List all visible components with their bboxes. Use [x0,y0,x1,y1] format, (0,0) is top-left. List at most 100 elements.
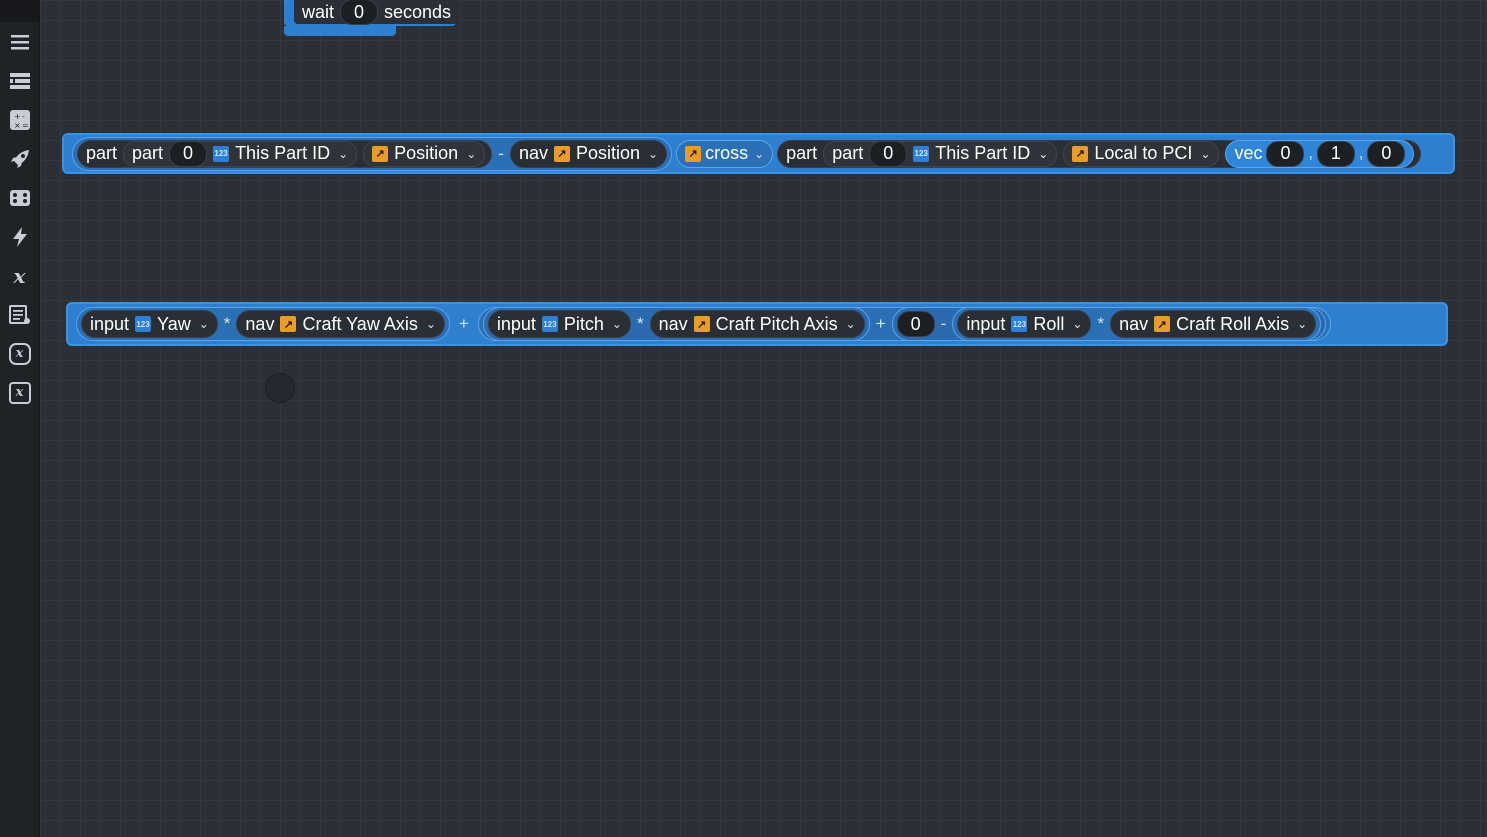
multiply-operator[interactable]: * [221,314,234,334]
cross-operator-label[interactable]: cross [705,143,748,164]
rocket-icon[interactable] [0,139,39,178]
chevron-down-icon[interactable]: ⌄ [426,317,436,331]
chevron-down-icon[interactable]: ⌄ [648,147,658,161]
input-dropdown[interactable]: Yaw [157,314,191,335]
blocks-icon[interactable] [0,61,39,100]
chevron-down-icon[interactable]: ⌄ [338,147,348,161]
axis-expression-block[interactable]: input 123 Yaw ⌄ * nav ↗ Craft Yaw Axis ⌄… [66,302,1448,346]
number-type-icon: 123 [135,316,152,332]
part-position-2[interactable]: part part 0 123 This Part ID ⌄ ↗ Local t… [777,139,1422,168]
input-yaw-block[interactable]: input 123 Yaw ⌄ [81,310,218,338]
variables-icon[interactable]: x [0,256,39,295]
vector-expression-block[interactable]: part part 0 123 This Part ID ⌄ ↗ Positio… [62,133,1455,174]
gamepad-icon[interactable] [0,178,39,217]
vector-type-icon: ↗ [1072,145,1089,162]
part-property-dropdown[interactable]: Local to PCI [1094,143,1192,164]
part-position-1[interactable]: part part 0 123 This Part ID ⌄ ↗ Positio… [77,139,493,168]
plus-operator[interactable]: + [873,314,889,334]
nav-dropdown[interactable]: Position [576,143,640,164]
part-id-dropdown[interactable]: This Part ID [235,143,330,164]
nav-dropdown[interactable]: Craft Roll Axis [1176,314,1289,335]
chevron-down-icon[interactable]: ⌄ [612,317,622,331]
part-prop-block-1[interactable]: ↗ Position ⌄ [363,140,486,167]
nav-position-block[interactable]: nav ↗ Position ⌄ [509,139,668,168]
part-inner-label: part [132,143,164,163]
chevron-down-icon[interactable]: ⌄ [1072,317,1082,331]
roll-multiply-group[interactable]: input 123 Roll ⌄ * nav ↗ Craft Roll Axis… [952,307,1322,341]
part-id-dropdown[interactable]: This Part ID [935,143,1030,164]
nav-yaw-axis-block[interactable]: nav ↗ Craft Yaw Axis ⌄ [236,310,445,338]
chevron-down-icon[interactable]: ⌄ [754,147,764,161]
vec-z-input[interactable]: 0 [1367,140,1406,167]
plus-operator[interactable]: + [456,314,472,334]
vec-comma: , [1308,144,1313,162]
chevron-down-icon[interactable]: ⌄ [466,147,476,161]
vector-type-icon: ↗ [685,145,702,162]
vector-type-icon: ↗ [280,316,297,332]
wait-label: wait [302,1,335,22]
yaw-multiply-group[interactable]: input 123 Yaw ⌄ * nav ↗ Craft Yaw Axis ⌄ [76,307,450,341]
part-id-block-2[interactable]: part 0 123 This Part ID ⌄ [823,140,1058,167]
input-roll-block[interactable]: input 123 Roll ⌄ [957,310,1092,338]
wait-seconds-input[interactable]: 0 [340,0,379,25]
lightning-icon[interactable] [0,217,39,256]
svg-text:=: = [22,121,29,130]
nav-label: nav [518,143,548,163]
part-id-block-1[interactable]: part 0 123 This Part ID ⌄ [123,140,358,167]
vector-type-icon: ↗ [372,145,389,162]
nav-roll-axis-block[interactable]: nav ↗ Craft Roll Axis ⌄ [1110,310,1317,338]
multiply-operator[interactable]: * [634,314,647,334]
wait-unit-label: seconds [384,1,452,22]
minus-operator[interactable]: - [938,314,950,334]
nav-pitch-axis-block[interactable]: nav ↗ Craft Pitch Axis ⌄ [649,310,865,338]
part-index-input[interactable]: 0 [869,140,908,167]
wait-block-body[interactable]: wait 0 seconds [294,0,460,25]
custom-instruction-icon[interactable]: x [0,373,39,412]
zero-input[interactable]: 0 [896,311,935,337]
subtract-group[interactable]: part part 0 123 This Part ID ⌄ ↗ Positio… [72,136,673,171]
part-property-dropdown[interactable]: Position [394,143,458,164]
input-dropdown[interactable]: Roll [1033,314,1064,335]
part-inner-label: part [832,143,864,163]
roll-subtract-group[interactable]: 0 - input 123 Roll ⌄ * nav ↗ Craft Roll … [891,307,1327,341]
number-type-icon: 123 [541,316,558,332]
input-label: input [966,313,1006,334]
pitch-multiply-group[interactable]: input 123 Pitch ⌄ * nav ↗ Craft Pitch Ax… [482,307,870,341]
cross-dropdown[interactable]: ↗ cross ⌄ [676,139,774,168]
number-type-icon: 123 [1011,316,1028,332]
wait-block-connector [284,26,396,36]
nav-dropdown[interactable]: Craft Pitch Axis [716,314,838,335]
part-label: part [86,143,118,163]
menu-icon[interactable] [0,22,39,61]
math-icon[interactable]: + - × = [0,100,39,139]
chevron-down-icon[interactable]: ⌄ [1297,317,1307,331]
sidebar-top-strip [0,0,39,22]
pitch-roll-group[interactable]: input 123 Pitch ⌄ * nav ↗ Craft Pitch Ax… [477,307,1332,341]
part-label: part [786,143,818,163]
minus-operator[interactable]: - [495,144,507,164]
chevron-down-icon[interactable]: ⌄ [199,317,209,331]
sidebar-toolbox: + - × = x x x [0,0,40,837]
vec-x-input[interactable]: 0 [1266,140,1305,167]
vec-label: vec [1234,143,1263,163]
vec-block[interactable]: vec 0 , 1 , 0 [1225,139,1415,168]
vec-y-input[interactable]: 1 [1316,140,1355,167]
chevron-down-icon[interactable]: ⌄ [1200,147,1210,161]
input-label: input [496,313,536,334]
input-pitch-block[interactable]: input 123 Pitch ⌄ [487,310,631,338]
input-dropdown[interactable]: Pitch [564,314,604,335]
chevron-down-icon[interactable]: ⌄ [1038,147,1048,161]
cursor-indicator [265,373,295,403]
number-type-icon: 123 [213,145,230,162]
part-index-input[interactable]: 0 [169,140,208,167]
input-label: input [90,313,130,334]
multiply-operator[interactable]: * [1094,314,1107,334]
number-type-icon: 123 [913,145,930,162]
custom-expression-icon[interactable]: x [0,334,39,373]
chevron-down-icon[interactable]: ⌄ [846,317,856,331]
svg-text:×: × [14,121,21,130]
list-icon[interactable] [0,295,39,334]
part-prop-block-2[interactable]: ↗ Local to PCI ⌄ [1063,140,1220,167]
nav-dropdown[interactable]: Craft Yaw Axis [302,314,417,335]
svg-text:-: - [22,112,25,121]
